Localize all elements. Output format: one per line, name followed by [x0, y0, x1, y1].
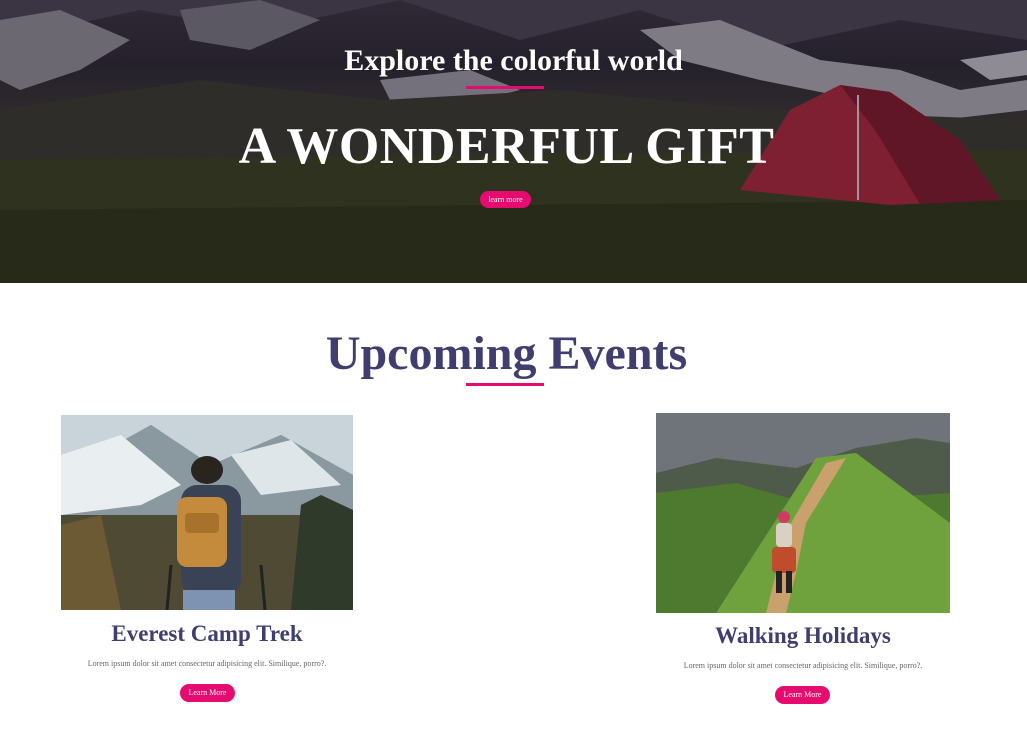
hero-banner: Explore the colorful world A WONDERFUL G…	[0, 0, 1027, 283]
event-image-walking	[656, 413, 950, 613]
events-heading: Upcoming Events	[325, 327, 688, 380]
event-image-everest	[61, 415, 353, 610]
event-learn-more-button[interactable]: Learn More	[180, 684, 235, 702]
event-title: Walking Holidays	[715, 623, 891, 648]
learn-more-button[interactable]: learn more	[480, 191, 531, 208]
event-card-everest: Everest Camp Trek Lorem ipsum dolor sit …	[61, 415, 353, 715]
event-title: Everest Camp Trek	[111, 621, 303, 646]
hero-underline	[466, 86, 544, 89]
event-description: Lorem ipsum dolor sit amet consectetur a…	[87, 659, 327, 668]
hero-subtitle: Explore the colorful world	[344, 44, 683, 77]
events-heading-underline	[466, 383, 544, 386]
event-card-walking: Walking Holidays Lorem ipsum dolor sit a…	[656, 413, 950, 713]
hero-title: A WONDERFUL GIFT	[238, 118, 775, 175]
hiker-image	[61, 415, 353, 610]
event-learn-more-button[interactable]: Learn More	[775, 686, 830, 704]
event-description: Lorem ipsum dolor sit amet consectetur a…	[683, 661, 923, 670]
trail-image	[656, 413, 950, 613]
